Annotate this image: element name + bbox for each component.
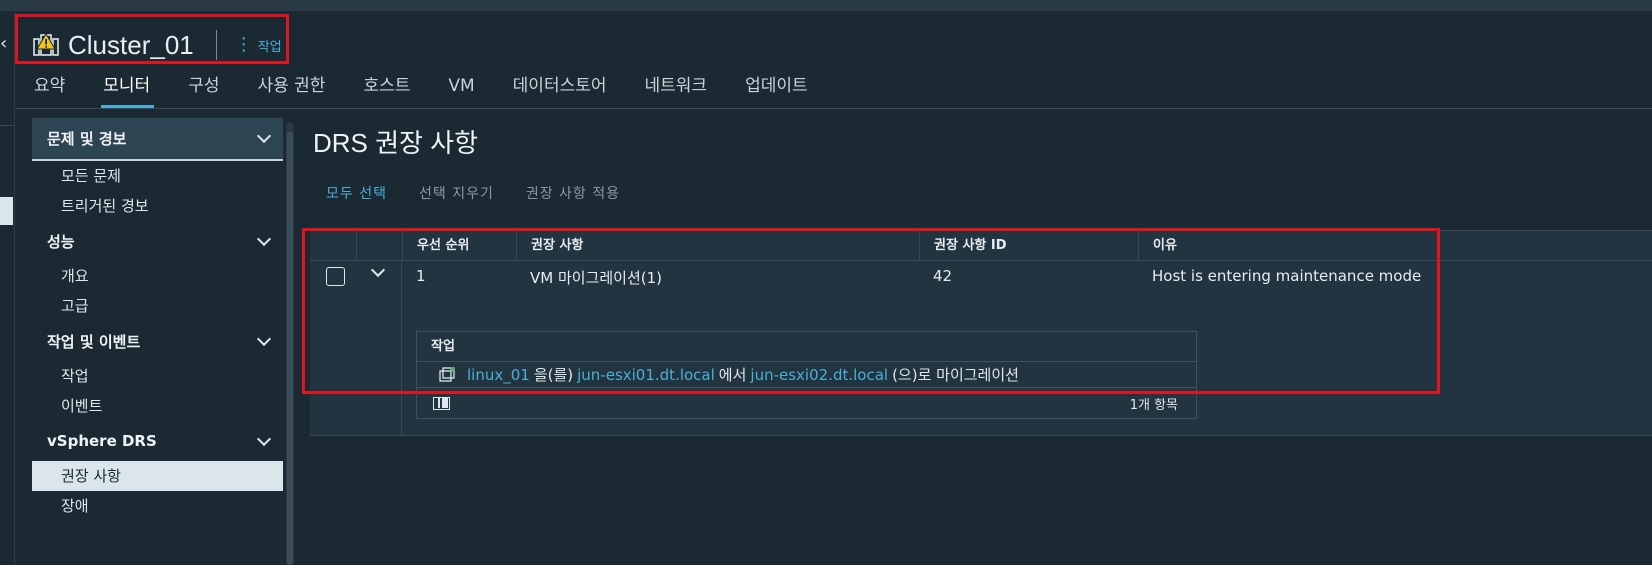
nav-item-events[interactable]: 이벤트: [32, 391, 283, 421]
nav-group-vsphere-drs[interactable]: vSphere DRS: [32, 421, 283, 461]
nav-item-faults[interactable]: 장애: [32, 491, 283, 521]
highlight-box-header: [15, 14, 289, 64]
tab-updates[interactable]: 업데이트: [745, 70, 808, 106]
nav-item-tasks[interactable]: 작업: [32, 361, 283, 391]
nav-group-tasks-events[interactable]: 작업 및 이벤트: [32, 321, 283, 361]
collapse-chevron-icon[interactable]: ‹: [0, 33, 7, 54]
nav-item-overview[interactable]: 개요: [32, 261, 283, 291]
tab-monitor[interactable]: 모니터: [101, 70, 155, 108]
item-count: 1개 항목: [1129, 397, 1178, 413]
chevron-down-icon: [256, 231, 272, 246]
chevron-down-icon: [256, 431, 272, 446]
grid-bottom-border: [310, 435, 1652, 436]
tab-networks[interactable]: 네트워크: [645, 70, 708, 106]
nav-group-label: 작업 및 이벤트: [47, 332, 141, 351]
tab-vms[interactable]: VM: [448, 70, 474, 106]
tab-datastores[interactable]: 데이터스토어: [513, 70, 607, 106]
nav-item-advanced[interactable]: 고급: [32, 291, 283, 321]
select-all-button[interactable]: 모두 선택: [326, 183, 387, 203]
nav-item-recommendations[interactable]: 권장 사항: [32, 461, 283, 491]
tab-bar: 요약 모니터 구성 사용 권한 호스트 VM 데이터스토어 네트워크 업데이트: [34, 70, 846, 108]
nav-group-label: vSphere DRS: [47, 432, 157, 450]
tab-configure[interactable]: 구성: [188, 70, 219, 106]
recommendations-toolbar: 모두 선택 선택 지우기 권장 사항 적용: [326, 183, 652, 203]
page-title: DRS 권장 사항: [313, 128, 479, 158]
tab-summary[interactable]: 요약: [34, 70, 65, 106]
column-toggle-icon[interactable]: [433, 396, 450, 410]
chevron-down-icon: [256, 331, 272, 346]
nav-group-label: 문제 및 경보: [47, 130, 127, 148]
chevron-down-icon: [256, 128, 272, 144]
clear-selection-button[interactable]: 선택 지우기: [419, 183, 494, 203]
sidenav-scrollbar-thumb[interactable]: [287, 132, 293, 565]
nav-item-triggered-alarms[interactable]: 트리거된 경보: [32, 191, 283, 221]
apply-recommendations-button[interactable]: 권장 사항 적용: [526, 183, 620, 203]
highlight-box-grid: [302, 228, 1440, 394]
tab-hosts[interactable]: 호스트: [363, 70, 410, 106]
left-rail: ‹: [0, 11, 15, 565]
monitor-sidenav: 문제 및 경보 모든 문제 트리거된 경보 성능 개요 고급 작업 및 이벤트 …: [32, 118, 283, 565]
nav-group-label: 성능: [47, 232, 75, 251]
tab-permissions[interactable]: 사용 권한: [257, 70, 325, 106]
tabs-divider: [15, 108, 1652, 109]
rail-selected-marker: [0, 197, 13, 225]
nav-group-performance[interactable]: 성능: [32, 221, 283, 261]
top-bar: [0, 0, 1652, 11]
rail-divider: [0, 125, 15, 126]
nav-item-all-issues[interactable]: 모든 문제: [32, 161, 283, 191]
nav-group-issues-alarms[interactable]: 문제 및 경보: [32, 118, 283, 161]
